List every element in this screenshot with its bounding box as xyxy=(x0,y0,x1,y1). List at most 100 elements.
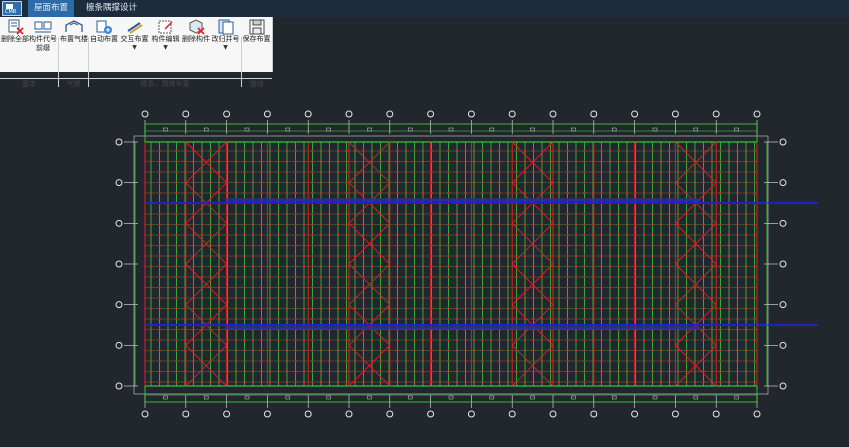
brace-node xyxy=(294,171,297,173)
brace-node xyxy=(753,181,756,184)
delete-all-button[interactable]: 删除全部 xyxy=(1,19,29,59)
axis-bubble xyxy=(263,410,271,418)
brace-node xyxy=(252,360,254,362)
brace-node xyxy=(209,171,212,173)
chevron-down-icon[interactable]: ▼ xyxy=(211,44,240,51)
brace-node xyxy=(532,192,535,194)
interactive-layout-button[interactable]: 交互布置 ▼ xyxy=(120,19,149,59)
brace-node xyxy=(150,339,152,341)
brace-node xyxy=(617,286,620,289)
chevron-down-icon[interactable]: ▼ xyxy=(120,44,149,51)
brace-node xyxy=(286,265,288,268)
brace-node xyxy=(651,360,654,362)
brace-node xyxy=(201,223,203,226)
brace-node xyxy=(396,181,399,184)
brace-node xyxy=(677,276,679,278)
brace-node xyxy=(464,297,467,299)
brace-node xyxy=(558,160,560,163)
brace-node xyxy=(269,381,271,383)
brace-node xyxy=(507,307,509,310)
brace-node xyxy=(362,213,365,215)
brace-node xyxy=(643,307,645,310)
brace-node xyxy=(396,265,399,268)
place-skylight-button[interactable]: 布置气楼 xyxy=(60,19,88,59)
brace-node xyxy=(294,370,297,373)
brace-node xyxy=(303,286,305,289)
brace-node xyxy=(498,244,501,247)
brace-node xyxy=(192,265,195,268)
brace-node xyxy=(311,349,314,352)
brace-node xyxy=(745,150,747,152)
brace-node xyxy=(456,265,458,268)
tab-purlin-brace-design[interactable]: 檩条隅撑设计 xyxy=(80,0,143,17)
axis-bubble xyxy=(779,260,787,268)
brace-node xyxy=(728,171,730,173)
brace-node xyxy=(566,192,569,194)
brace-node xyxy=(473,276,475,278)
brace-node xyxy=(745,255,747,257)
brace-node xyxy=(209,265,212,268)
brace-node xyxy=(192,160,195,163)
brace-node xyxy=(617,192,620,194)
brace-node xyxy=(609,171,611,173)
brace-node xyxy=(524,213,526,215)
brace-node xyxy=(507,339,509,341)
change-merge-number-button[interactable]: 改归并号 ▼ xyxy=(211,19,240,59)
brace-node xyxy=(320,349,322,352)
cad-drawing-canvas[interactable] xyxy=(0,72,849,447)
brace-node xyxy=(456,307,458,310)
brace-node xyxy=(634,297,637,299)
brace-node xyxy=(158,339,161,341)
brace-node xyxy=(209,223,212,226)
brace-node xyxy=(575,171,577,173)
brace-node xyxy=(634,192,637,194)
brace-node xyxy=(413,234,416,236)
brace-node xyxy=(192,307,195,310)
brace-node xyxy=(235,181,237,184)
brace-node xyxy=(660,234,662,236)
delete-member-button[interactable]: 删除构件 xyxy=(181,19,211,59)
brace-node xyxy=(558,223,560,226)
brace-node xyxy=(158,318,161,320)
brace-node xyxy=(388,160,390,163)
brace-node xyxy=(464,223,467,226)
brace-node xyxy=(456,318,458,320)
brace-node xyxy=(685,339,688,341)
brace-node xyxy=(702,181,705,184)
brace-node xyxy=(728,370,730,373)
brace-node xyxy=(660,360,662,362)
brace-node xyxy=(549,234,552,236)
chevron-down-icon[interactable]: ▼ xyxy=(150,44,181,51)
save-layout-button[interactable]: 保存布置 xyxy=(242,19,271,59)
brace-node xyxy=(592,171,594,173)
brace-node xyxy=(226,318,229,320)
brace-node xyxy=(464,276,467,278)
brace-node xyxy=(694,307,696,310)
brace-node xyxy=(303,223,305,226)
brace-node xyxy=(515,360,518,362)
brace-node xyxy=(668,339,671,341)
brace-node xyxy=(192,339,195,341)
app-logo[interactable]: CMB xyxy=(2,1,22,16)
auto-layout-button[interactable]: 自动布置 xyxy=(89,19,119,59)
edit-member-button[interactable]: 构件编辑 ▼ xyxy=(150,19,181,59)
brace-node xyxy=(660,192,662,194)
brace-node xyxy=(226,160,229,163)
brace-node xyxy=(311,223,314,226)
brace-node xyxy=(447,192,450,194)
brace-node xyxy=(430,286,433,289)
brace-node xyxy=(481,276,484,278)
brace-node xyxy=(354,265,356,268)
brace-node xyxy=(379,297,382,299)
tab-roof-layout[interactable]: 屋面布置 xyxy=(28,0,75,17)
brace-node xyxy=(745,286,747,289)
brace-node xyxy=(549,150,552,152)
brace-node xyxy=(413,370,416,373)
brace-node xyxy=(175,349,178,352)
member-code-prefix-button[interactable]: 构件代号 前缀 xyxy=(29,19,57,59)
brace-node xyxy=(685,297,688,299)
brace-node xyxy=(328,255,331,257)
brace-node xyxy=(677,171,679,173)
brace-node xyxy=(532,223,535,226)
brace-node xyxy=(507,360,509,362)
